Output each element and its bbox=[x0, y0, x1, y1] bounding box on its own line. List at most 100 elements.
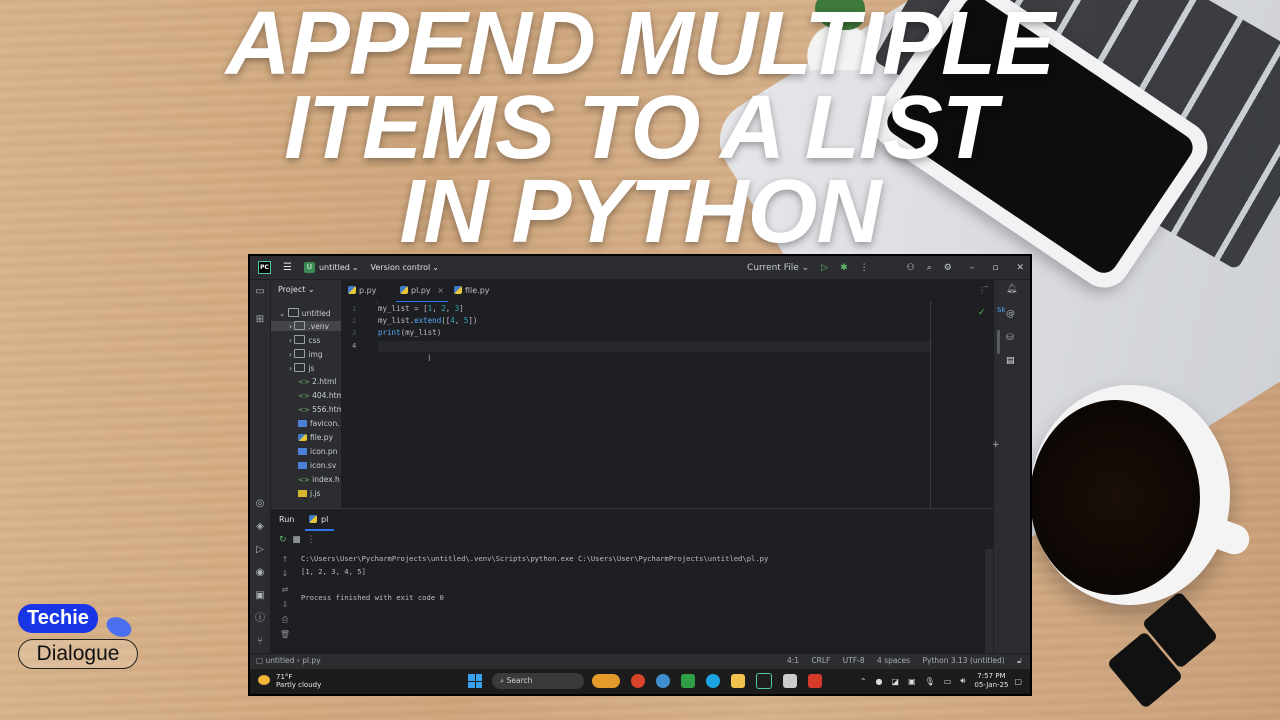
stop-icon[interactable]: ■ bbox=[292, 535, 301, 545]
skype-icon[interactable] bbox=[706, 674, 720, 688]
notifications-icon[interactable]: 🔔︎ bbox=[1006, 284, 1017, 294]
code-editor[interactable]: my_list = [1, 2, 3] my_list.extend([4, 5… bbox=[378, 302, 930, 508]
chevron-right-icon: › bbox=[289, 322, 292, 331]
minimize-icon[interactable]: – bbox=[970, 263, 975, 273]
down-arrow-icon[interactable]: ↓ bbox=[279, 569, 291, 578]
minimize-panel-icon[interactable]: – bbox=[984, 282, 989, 292]
weather-widget[interactable]: 71°F Partly cloudy bbox=[258, 673, 321, 689]
tray-app-icon[interactable]: ◪ bbox=[892, 677, 900, 686]
tree-item[interactable]: icon.pn bbox=[298, 447, 337, 456]
scroll-to-end-icon[interactable]: ⇩ bbox=[279, 600, 291, 609]
indent-setting[interactable]: 4 spaces bbox=[877, 656, 910, 665]
tree-item[interactable]: file.py bbox=[298, 433, 333, 442]
microphone-icon[interactable]: 🎙︎ bbox=[925, 677, 935, 686]
tree-item[interactable]: › img bbox=[289, 349, 323, 359]
ai-assistant-icon[interactable]: @ bbox=[1006, 309, 1015, 319]
lock-icon[interactable]: 🔓︎ bbox=[1017, 656, 1022, 665]
run-tool-icon[interactable]: ▷ bbox=[254, 544, 266, 556]
recorder-icon[interactable] bbox=[808, 674, 822, 688]
chevron-right-icon: › bbox=[289, 364, 292, 373]
close-icon[interactable]: ✕ bbox=[1016, 263, 1024, 273]
console-line: [1, 2, 3, 4, 5] bbox=[301, 567, 366, 576]
project-switcher[interactable]: U untitled ⌄ bbox=[303, 262, 359, 273]
tree-item[interactable]: <> index.h bbox=[298, 475, 340, 484]
tab-pl-py[interactable]: pl.py × bbox=[396, 286, 448, 303]
trash-icon[interactable]: 🗑︎ bbox=[279, 630, 291, 639]
git-icon[interactable]: ⑂ bbox=[254, 636, 266, 648]
search-icon[interactable]: ⌕ bbox=[927, 263, 932, 273]
terminal-icon[interactable]: ▣ bbox=[254, 590, 266, 602]
tab-p-py[interactable]: p.py bbox=[348, 286, 376, 295]
editor-scrollbar[interactable] bbox=[997, 330, 1000, 354]
chevron-right-icon: › bbox=[289, 336, 292, 345]
file-explorer-icon[interactable] bbox=[731, 674, 745, 688]
windows-start-icon[interactable] bbox=[468, 674, 482, 688]
tree-item[interactable]: <> 556.htm bbox=[298, 405, 341, 414]
right-bar-label: Sk bbox=[997, 306, 1006, 314]
close-tab-icon[interactable]: × bbox=[437, 286, 444, 295]
html-file-icon: <> bbox=[298, 476, 310, 484]
cursor-position[interactable]: 4:1 bbox=[787, 656, 799, 665]
tree-item[interactable]: <> 404.htm bbox=[298, 391, 341, 400]
tree-item[interactable]: › css bbox=[289, 335, 320, 345]
debug-icon[interactable]: ✱ bbox=[840, 263, 848, 273]
tray-app-icon[interactable]: ▣ bbox=[908, 677, 916, 686]
html-file-icon: <> bbox=[298, 378, 310, 386]
network-icon[interactable]: ▭ bbox=[944, 677, 952, 686]
breadcrumb[interactable]: ▢ untitled › pl.py bbox=[256, 656, 321, 665]
media-icon[interactable] bbox=[783, 674, 797, 688]
up-arrow-icon[interactable]: ↑ bbox=[279, 555, 291, 564]
problems-icon[interactable]: ⓘ bbox=[254, 613, 266, 625]
run-config-select[interactable]: Current File ⌄ bbox=[735, 263, 809, 273]
layers-icon[interactable]: ◈ bbox=[254, 521, 266, 533]
tree-item[interactable]: ⌄ untitled bbox=[279, 308, 331, 318]
run-tab-pl[interactable]: pl bbox=[304, 515, 335, 531]
add-icon[interactable]: + bbox=[992, 440, 1000, 450]
tray-app-icon[interactable]: ● bbox=[876, 677, 883, 686]
print-icon[interactable]: ⎙ bbox=[279, 615, 291, 625]
clock[interactable]: 7:57 PM 05-Jan-25 bbox=[974, 672, 1008, 690]
tree-item[interactable]: favicon. bbox=[298, 419, 340, 428]
restore-icon[interactable]: ▫ bbox=[992, 263, 998, 273]
camtasia-icon[interactable] bbox=[681, 674, 695, 688]
pycharm-taskbar-icon[interactable] bbox=[756, 673, 772, 689]
python-packages-icon[interactable]: ◎ bbox=[254, 498, 266, 510]
notification-center-icon[interactable]: ▢ bbox=[1014, 677, 1022, 686]
tree-item[interactable]: icon.sv bbox=[298, 461, 336, 470]
vcs-menu[interactable]: Version control ⌄ bbox=[371, 263, 439, 272]
gear-icon[interactable]: ⚙ bbox=[944, 263, 952, 273]
hamburger-icon[interactable]: ☰ bbox=[283, 262, 292, 273]
tree-item[interactable]: <> 2.html bbox=[298, 377, 336, 386]
chrome-icon[interactable] bbox=[631, 674, 645, 688]
chevron-down-icon: ⌄ bbox=[351, 263, 359, 272]
tree-item[interactable]: › js bbox=[289, 363, 314, 373]
folder-icon bbox=[287, 308, 299, 317]
python-interpreter[interactable]: Python 3.13 (untitled) bbox=[922, 656, 1004, 665]
tab-file-py[interactable]: file.py bbox=[454, 286, 490, 295]
user-icon[interactable]: ⚇ bbox=[907, 263, 915, 273]
more-icon[interactable]: ⋮ bbox=[307, 535, 316, 545]
run-icon[interactable]: ▷ bbox=[821, 263, 828, 273]
run-config-label: Current File bbox=[747, 262, 799, 273]
folder-icon[interactable]: ▭ bbox=[254, 286, 266, 298]
chevron-up-icon[interactable]: ⌃ bbox=[860, 677, 867, 686]
more-icon[interactable]: ⋮ bbox=[860, 263, 869, 273]
rerun-icon[interactable]: ↻ bbox=[279, 535, 287, 545]
services-icon[interactable]: ◉ bbox=[254, 567, 266, 579]
widget-icon[interactable] bbox=[592, 674, 620, 688]
tree-item[interactable]: j.js bbox=[298, 489, 320, 498]
chrome-profile-icon[interactable] bbox=[656, 674, 670, 688]
volume-icon[interactable]: 🔊︎ bbox=[960, 676, 965, 686]
tree-item[interactable]: › .venv bbox=[271, 321, 341, 331]
line-separator[interactable]: CRLF bbox=[811, 656, 830, 665]
database-icon[interactable]: ⛁ bbox=[1006, 333, 1014, 343]
headline-line-3: IN PYTHON bbox=[399, 162, 881, 262]
sciview-icon[interactable]: ▤ bbox=[1006, 356, 1015, 366]
file-encoding[interactable]: UTF-8 bbox=[843, 656, 865, 665]
folder-icon bbox=[294, 321, 306, 330]
soft-wrap-icon[interactable]: ⇌ bbox=[279, 585, 291, 594]
inspection-ok-icon[interactable]: ✓ bbox=[978, 308, 986, 318]
taskbar-search[interactable]: ⌕ Search bbox=[492, 673, 584, 689]
project-panel-title[interactable]: Project ⌄ bbox=[278, 285, 315, 294]
editor-tabs: p.py pl.py × file.py ⋮ bbox=[342, 280, 992, 303]
